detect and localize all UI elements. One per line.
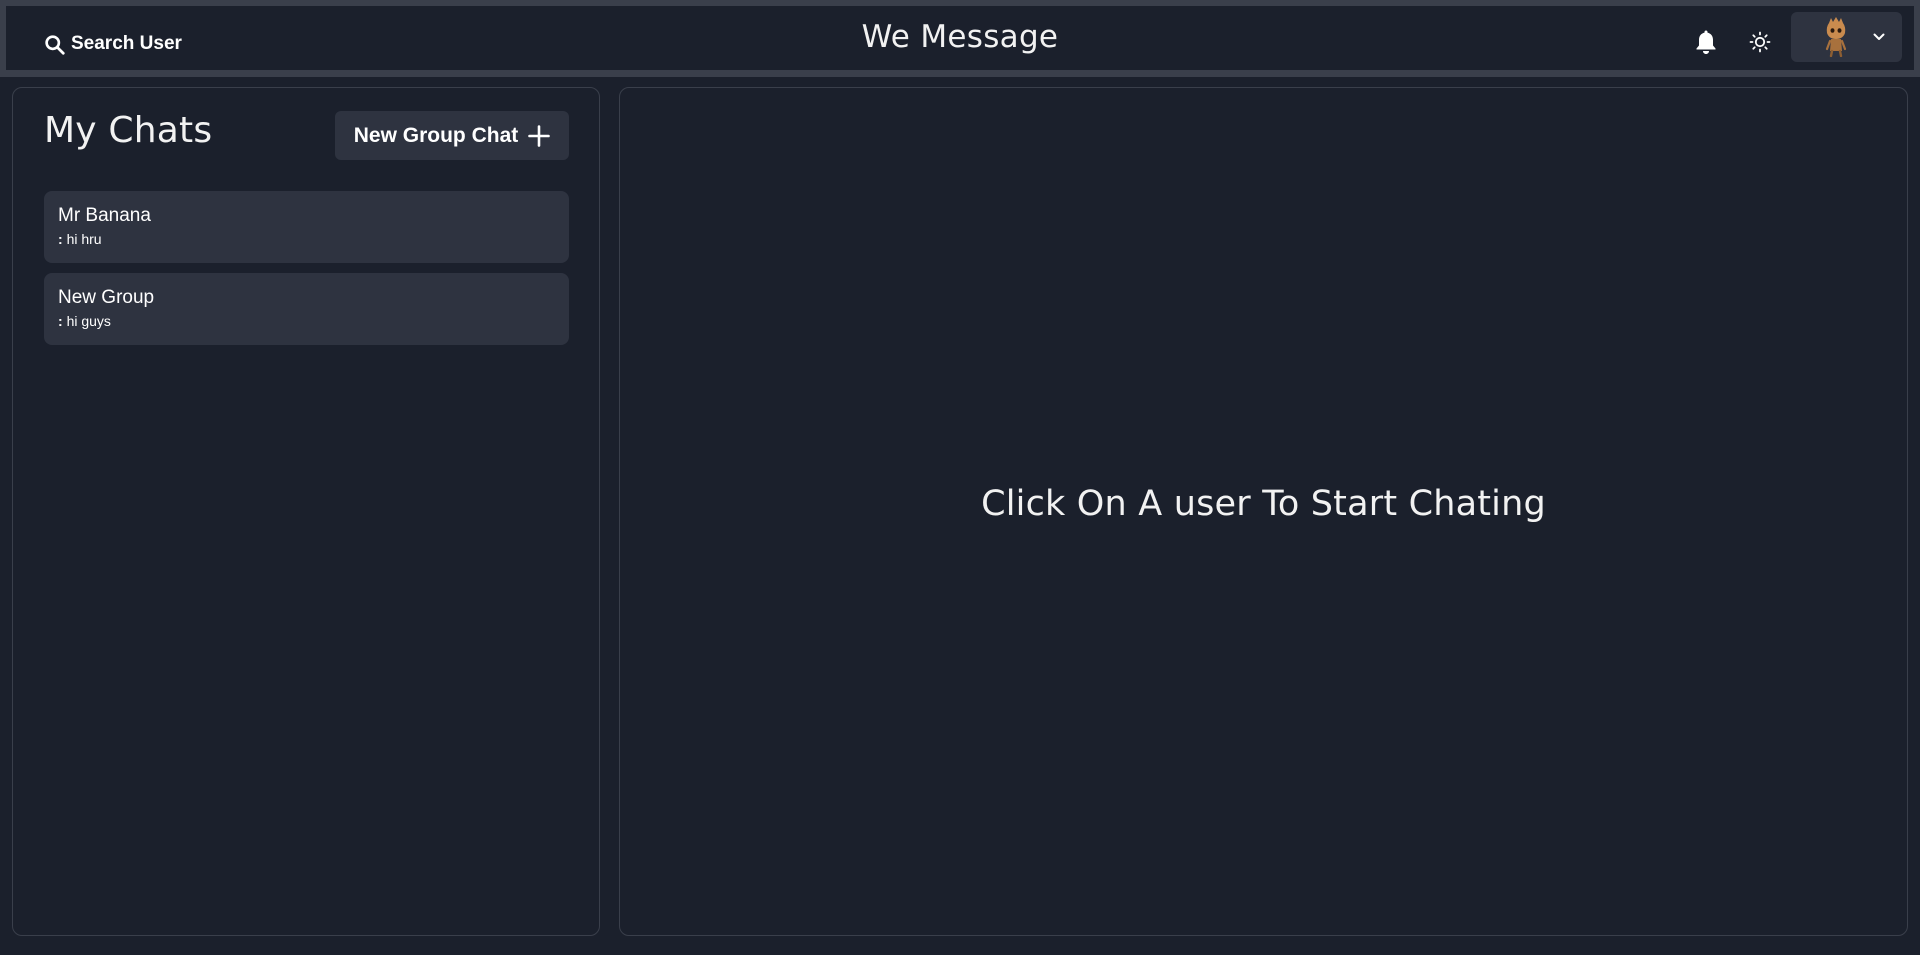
chat-message: hi hru xyxy=(66,231,102,247)
chat-item[interactable]: Mr Banana : hi hru xyxy=(44,191,569,263)
sun-icon xyxy=(1749,31,1771,53)
chat-sender: : xyxy=(58,313,63,329)
chat-window-panel: Click On A user To Start Chating xyxy=(619,87,1908,936)
top-bar-inner: Search User We Message xyxy=(6,6,1914,70)
notifications-button[interactable] xyxy=(1686,22,1726,62)
chat-sender: : xyxy=(58,231,63,247)
my-chats-title: My Chats xyxy=(44,110,213,151)
top-bar: Search User We Message xyxy=(0,0,1920,77)
chat-name: New Group xyxy=(58,287,155,308)
groot-avatar-icon xyxy=(1825,17,1847,57)
chat-list: Mr Banana : hi hru New Group : hi guys xyxy=(44,191,569,355)
new-group-chat-button[interactable]: New Group Chat xyxy=(335,111,569,160)
bell-icon xyxy=(1696,30,1716,54)
new-group-chat-label: New Group Chat xyxy=(353,123,519,147)
avatar xyxy=(1819,17,1853,57)
app-title: We Message xyxy=(861,19,1059,55)
empty-chat-message: Click On A user To Start Chating xyxy=(981,484,1546,524)
chat-last-message: : hi guys xyxy=(58,313,555,329)
chat-message: hi guys xyxy=(66,313,111,329)
plus-icon xyxy=(528,124,551,147)
chat-last-message: : hi hru xyxy=(58,231,555,247)
chat-name: Mr Banana xyxy=(58,205,151,226)
chat-item[interactable]: New Group : hi guys xyxy=(44,273,569,345)
app-root: Search User We Message My Chats New Grou… xyxy=(0,0,1920,955)
profile-menu-button[interactable] xyxy=(1791,12,1902,62)
theme-toggle-button[interactable] xyxy=(1740,22,1780,62)
my-chats-panel: My Chats New Group Chat Mr Banana : hi h… xyxy=(12,87,600,936)
chevron-down-icon xyxy=(1873,33,1885,40)
